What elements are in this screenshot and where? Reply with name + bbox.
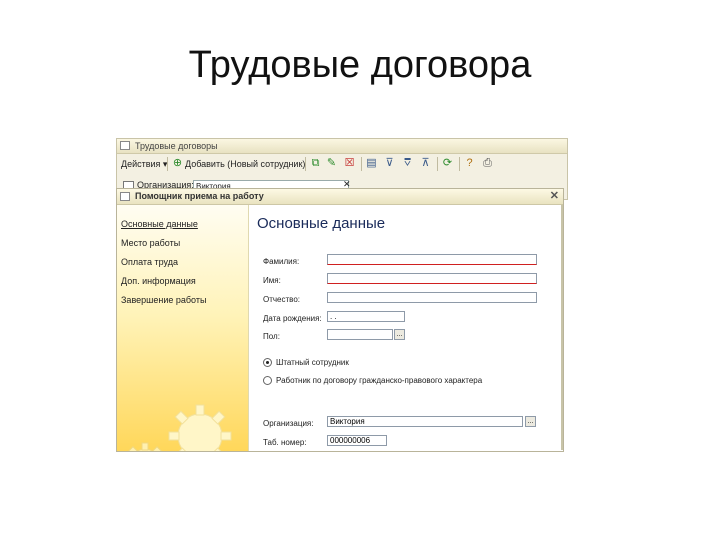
edit-icon[interactable]: ✎ (325, 157, 338, 170)
filter-icon[interactable]: ⊽ (383, 157, 396, 170)
toolbar-separator (167, 157, 168, 171)
window-icon (120, 192, 130, 201)
gear-icon (128, 442, 162, 451)
gender-label: Пол: (263, 332, 280, 341)
refresh-icon[interactable]: ⟳ (441, 157, 454, 170)
name-label: Имя: (263, 276, 281, 285)
birthdate-input[interactable]: . . (327, 311, 405, 322)
help-icon[interactable]: ? (463, 157, 476, 170)
name-input[interactable] (327, 273, 537, 284)
toolbar-separator (459, 157, 460, 171)
add-icon[interactable]: ⊕ (171, 157, 184, 170)
nav-item-finish[interactable]: Завершение работы (121, 295, 206, 305)
add-new-employee-button[interactable]: Добавить (Новый сотрудник) (185, 158, 305, 170)
birthdate-label: Дата рождения: (263, 314, 322, 323)
tabnum-label: Таб. номер: (263, 438, 307, 447)
wizard-content: Основные данные Фамилия: Имя: Отчество: … (249, 205, 563, 451)
contract-worker-label: Работник по договору гражданско-правовог… (276, 376, 483, 385)
toolbar-separator (361, 157, 362, 171)
hiring-wizard-window: Помощник приема на работу ✕ Основные дан… (116, 188, 564, 452)
staff-employee-radio[interactable] (263, 358, 272, 367)
section-title: Основные данные (257, 215, 386, 232)
window-icon (120, 141, 130, 150)
select-icon[interactable]: ... (525, 416, 536, 427)
contract-worker-radio[interactable] (263, 376, 272, 385)
toolbar-separator (437, 157, 438, 171)
gear-icon (168, 404, 232, 451)
wizard-sidebar: Основные данные Место работы Оплата труд… (117, 205, 249, 451)
org-label: Организация: (263, 419, 314, 428)
nav-item-extra-info[interactable]: Доп. информация (121, 276, 196, 286)
window-border (561, 205, 563, 450)
copy-icon[interactable]: ⧉ (309, 157, 322, 170)
tree-icon[interactable]: ▤ (365, 157, 378, 170)
patronymic-label: Отчество: (263, 295, 300, 304)
org-input[interactable]: Виктория (327, 416, 523, 427)
contracts-window-titlebar: Трудовые договоры (117, 139, 567, 154)
contracts-toolbar: Действия ▾ ⊕ Добавить (Новый сотрудник) … (117, 154, 567, 174)
staff-employee-label: Штатный сотрудник (276, 358, 349, 367)
nav-item-payment[interactable]: Оплата труда (121, 257, 178, 267)
gender-input[interactable] (327, 329, 393, 340)
tabnum-input[interactable]: 000000006 (327, 435, 387, 446)
surname-input[interactable] (327, 254, 537, 265)
select-icon[interactable]: ... (394, 329, 405, 340)
wizard-titlebar: Помощник приема на работу ✕ (117, 189, 563, 205)
delete-icon[interactable]: ☒ (343, 157, 356, 170)
filter-off-icon[interactable]: ⊼ (419, 157, 432, 170)
toolbar-separator (305, 157, 306, 171)
surname-label: Фамилия: (263, 257, 300, 266)
contracts-window-title: Трудовые договоры (135, 141, 218, 151)
print-icon[interactable]: ⎙ (481, 157, 494, 170)
wizard-title: Помощник приема на работу (135, 191, 264, 201)
nav-item-workplace[interactable]: Место работы (121, 238, 180, 248)
actions-menu-button[interactable]: Действия ▾ (121, 158, 167, 170)
close-icon[interactable]: ✕ (550, 189, 559, 204)
filter-icon[interactable]: ⩢ (401, 157, 414, 170)
patronymic-input[interactable] (327, 292, 537, 303)
slide-title: Трудовые договора (188, 44, 532, 86)
nav-item-basic-data[interactable]: Основные данные (121, 219, 198, 229)
